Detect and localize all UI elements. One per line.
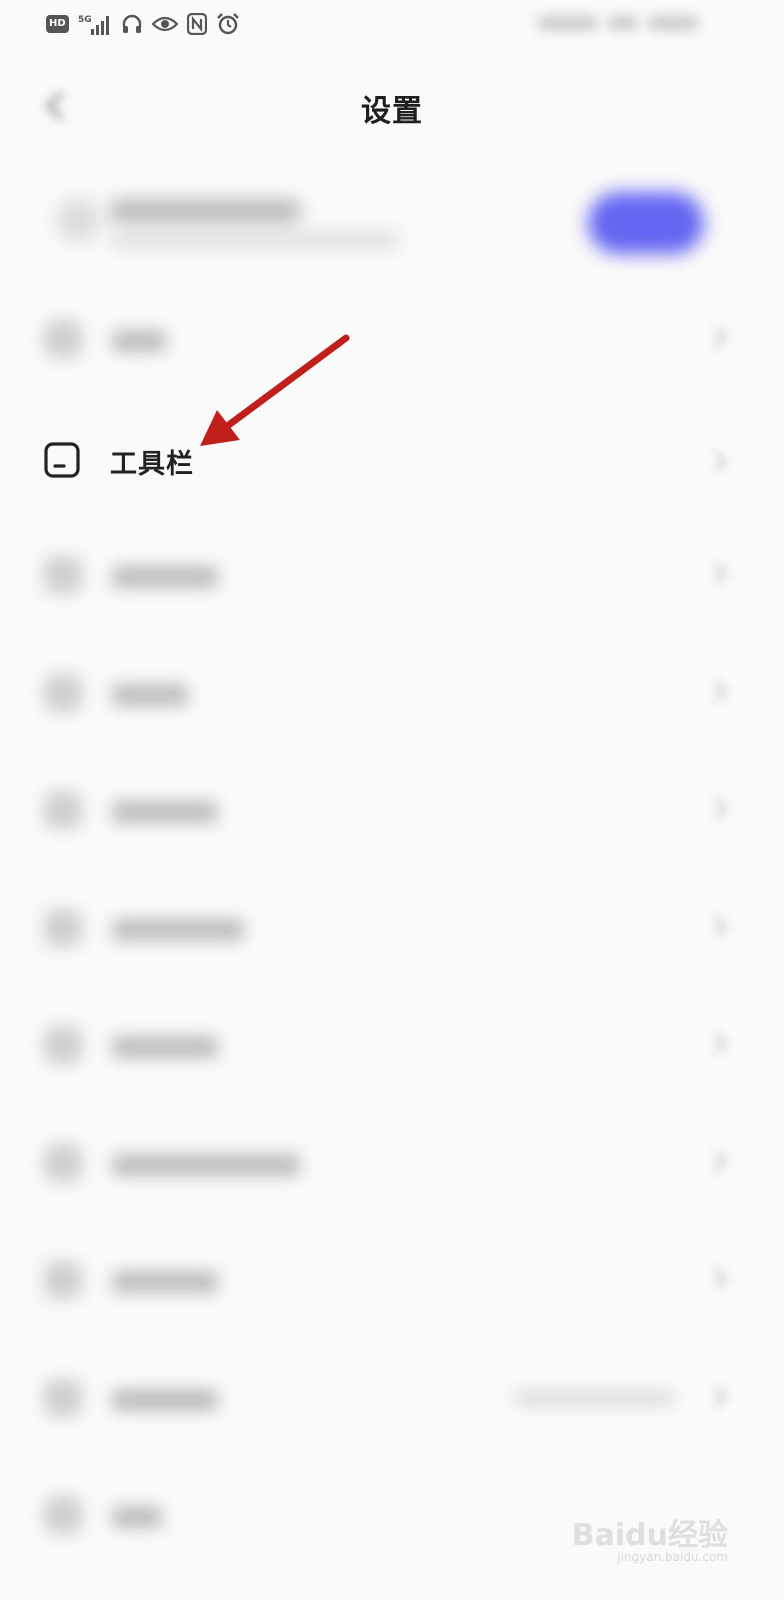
- account-card[interactable]: [0, 170, 784, 280]
- setting-label-blurred: [112, 683, 188, 706]
- list-item[interactable]: [0, 1104, 784, 1222]
- setting-icon: [44, 556, 82, 594]
- blurred-status-item: [538, 16, 598, 30]
- battery-icon: [648, 16, 698, 30]
- nfc-icon: [186, 13, 207, 35]
- chevron-right-icon: [705, 326, 728, 349]
- signal-5g-icon: 5G: [78, 12, 112, 36]
- setting-label-blurred: [112, 1036, 218, 1058]
- watermark-url: jingyan.baidu.com: [617, 1550, 728, 1564]
- setting-label-blurred: [112, 1153, 300, 1176]
- chevron-right-icon: [705, 1150, 728, 1172]
- blurred-status-item: [608, 16, 638, 30]
- chevron-right-icon: [705, 1267, 728, 1290]
- network-label: 5G: [78, 15, 92, 25]
- setting-icon: [44, 1496, 82, 1534]
- account-name-blurred: [110, 200, 300, 222]
- list-item[interactable]: [0, 986, 784, 1104]
- chevron-right-icon: [705, 680, 728, 702]
- setting-icon: [44, 673, 82, 712]
- setting-icon: [44, 1026, 82, 1064]
- status-right-blurred: [538, 14, 728, 32]
- list-item[interactable]: [0, 1221, 784, 1339]
- setting-icon: [44, 1143, 82, 1182]
- account-subtitle-blurred: [110, 234, 400, 246]
- app-header: 设置: [0, 72, 784, 142]
- chevron-right-icon: [705, 562, 728, 585]
- setting-icon: [44, 320, 82, 358]
- status-bar: HD 5G: [0, 0, 784, 48]
- setting-label-blurred: [112, 1388, 218, 1411]
- account-action-button[interactable]: [588, 192, 704, 254]
- setting-label-blurred: [112, 1506, 162, 1528]
- setting-icon: [44, 1261, 82, 1299]
- headphones-icon: [121, 13, 143, 35]
- chevron-right-icon: [705, 1032, 728, 1055]
- chevron-right-icon: [705, 797, 728, 820]
- baidu-watermark: Baidu经验 jingyan.baidu.com: [568, 1504, 728, 1574]
- setting-label-blurred: [112, 330, 166, 352]
- setting-icon: [44, 791, 82, 829]
- setting-label-blurred: [112, 1271, 218, 1293]
- list-item[interactable]: [0, 634, 784, 752]
- watermark-logo-text: Baidu经验: [571, 1518, 728, 1553]
- hd-icon: HD: [46, 15, 69, 33]
- setting-label-blurred: [112, 918, 244, 941]
- chevron-right-icon: [705, 1385, 728, 1407]
- setting-label-blurred: [112, 566, 218, 588]
- setting-label-toolbar[interactable]: 工具栏: [110, 442, 194, 481]
- setting-label-blurred: [112, 801, 218, 823]
- alarm-icon: [216, 12, 240, 36]
- toolbar-icon[interactable]: [44, 442, 80, 478]
- list-item[interactable]: [0, 516, 784, 634]
- list-item[interactable]: [0, 751, 784, 869]
- page-title: 设置: [361, 94, 423, 129]
- setting-value-blurred: [514, 1390, 674, 1405]
- setting-icon: [44, 1378, 82, 1417]
- eye-icon: [151, 14, 178, 34]
- avatar: [56, 198, 100, 242]
- list-item[interactable]: [0, 280, 784, 398]
- status-icons: HD 5G: [46, 11, 240, 37]
- list-item[interactable]: [0, 1339, 784, 1457]
- list-item[interactable]: [0, 869, 784, 987]
- setting-icon: [44, 908, 82, 947]
- chevron-right-icon: [705, 915, 728, 937]
